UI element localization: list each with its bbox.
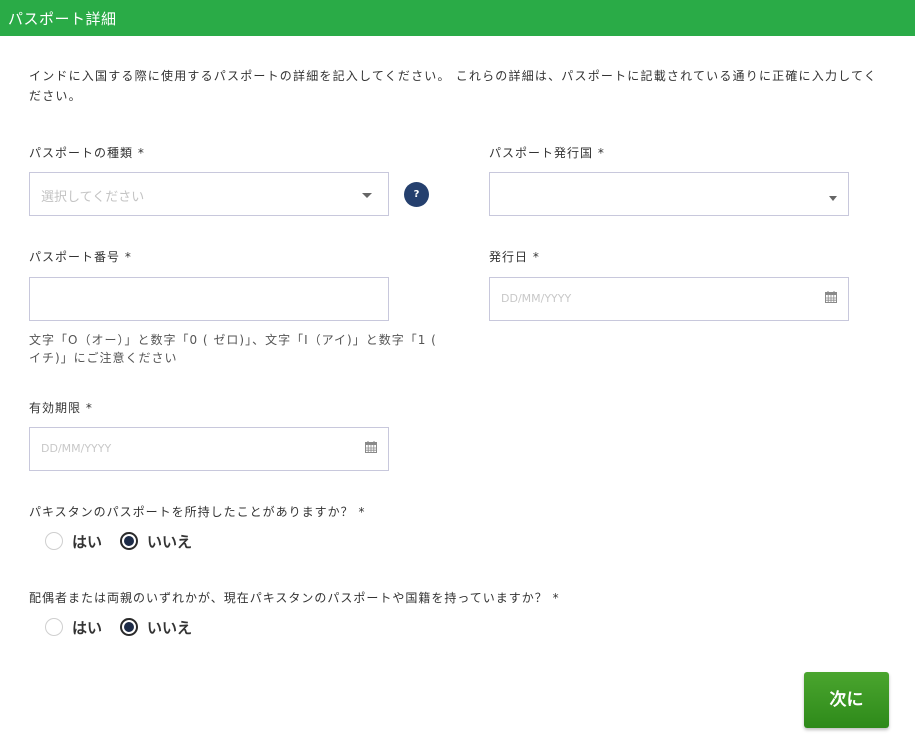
page-header: パスポート詳細: [0, 0, 915, 36]
family-pakistan-question: 配偶者または両親のいずれかが、現在パキスタンのパスポートや国籍を持っていますか？…: [29, 591, 560, 605]
chevron-down-icon: [829, 196, 837, 201]
issue-date-placeholder: DD/MM/YYYY: [501, 292, 572, 305]
issue-date-label: 発行日 *: [489, 250, 540, 264]
next-button[interactable]: 次に: [804, 672, 889, 728]
chevron-down-icon: [362, 193, 372, 198]
passport-number-hint: 文字「O（オー）」と数字「0 ( ゼロ)」、文字「I（アイ)」と数字「1 ( イ…: [29, 333, 437, 365]
expiry-date-input[interactable]: DD/MM/YYYY: [29, 427, 389, 471]
expiry-date-label: 有効期限 *: [29, 401, 93, 415]
pakistan-passport-yes-label[interactable]: はい: [72, 531, 102, 552]
family-pakistan-yes-label[interactable]: はい: [72, 617, 102, 638]
passport-number-input[interactable]: [29, 277, 389, 321]
issue-date-input[interactable]: DD/MM/YYYY: [489, 277, 849, 321]
calendar-icon[interactable]: [365, 441, 377, 453]
pakistan-passport-question: パキスタンのパスポートを所持したことがありますか？ *: [29, 505, 366, 519]
passport-type-select[interactable]: 選択してください: [29, 172, 389, 216]
passport-number-label: パスポート番号 *: [29, 250, 132, 264]
expiry-date-placeholder: DD/MM/YYYY: [41, 442, 112, 455]
family-pakistan-no-label[interactable]: いいえ: [147, 617, 192, 638]
family-pakistan-yes-radio[interactable]: [45, 618, 63, 636]
intro-text: インドに入国する際に使用するパスポートの詳細を記入してください。 これらの詳細は…: [29, 69, 878, 103]
page-title: パスポート詳細: [8, 10, 117, 28]
passport-type-label: パスポートの種類 *: [29, 146, 145, 160]
calendar-icon[interactable]: [825, 291, 837, 303]
family-pakistan-no-radio[interactable]: [120, 618, 138, 636]
pakistan-passport-yes-radio[interactable]: [45, 532, 63, 550]
passport-type-placeholder: 選択してください: [41, 190, 145, 205]
pakistan-passport-no-radio[interactable]: [120, 532, 138, 550]
issuing-country-select[interactable]: [489, 172, 849, 216]
issuing-country-label: パスポート発行国 *: [489, 146, 605, 160]
help-icon[interactable]: ?: [404, 182, 429, 207]
pakistan-passport-no-label[interactable]: いいえ: [147, 531, 192, 552]
